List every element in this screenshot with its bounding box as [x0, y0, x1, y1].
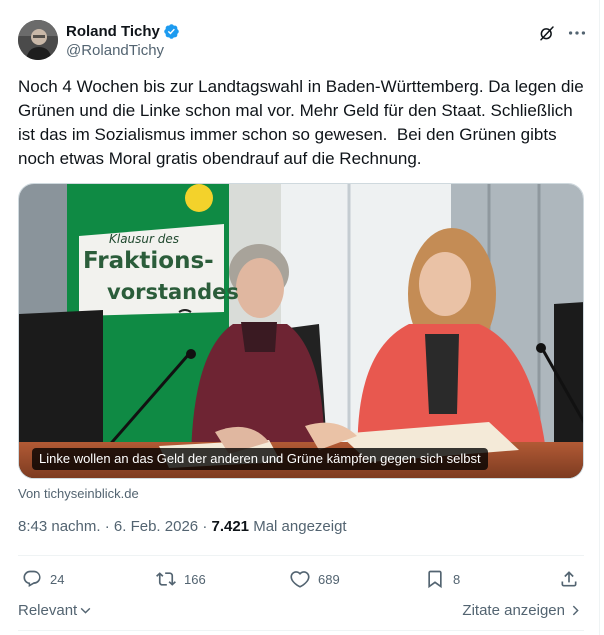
meta-separator: ·: [202, 518, 208, 535]
like-button[interactable]: 689: [290, 565, 340, 593]
bookmark-count: 8: [453, 571, 461, 587]
divider: [18, 555, 584, 556]
like-icon: [290, 571, 310, 588]
media-photo: [19, 184, 583, 478]
sign-text-line-2: Fraktions-: [83, 248, 214, 274]
avatar-image: [18, 20, 58, 60]
like-count: 689: [318, 571, 340, 587]
repost-icon: [156, 572, 176, 586]
bookmark-icon: [428, 570, 442, 589]
share-icon: [561, 571, 577, 587]
tweet-meta: 8:43 nachm. · 6. Feb. 2026 · 7.421 Mal a…: [18, 518, 347, 535]
display-name[interactable]: Roland Tichy: [66, 23, 160, 40]
chevron-down-icon: [80, 607, 91, 614]
sort-replies-dropdown[interactable]: Relevant: [18, 602, 92, 619]
action-bar: 24 166 689 8: [18, 565, 584, 593]
tweet-text: Noch 4 Wochen bis zur Landtagswahl in Ba…: [18, 77, 589, 168]
reply-controls: Relevant Zitate anzeigen: [18, 602, 584, 622]
media-caption: Linke wollen an das Geld der anderen und…: [32, 448, 488, 470]
repost-count: 166: [184, 571, 206, 587]
tweet-media[interactable]: Klausur des Fraktions- vorstandes Linke …: [18, 183, 584, 479]
bookmark-button[interactable]: 8: [425, 565, 460, 593]
view-count: 7.421: [211, 518, 250, 535]
tweet-header: Roland Tichy @RolandTichy: [18, 18, 588, 62]
avatar[interactable]: [18, 20, 58, 60]
tweet-time[interactable]: 8:43 nachm.: [18, 518, 101, 535]
divider: [18, 630, 584, 631]
verified-badge-icon: [164, 23, 179, 39]
reply-button[interactable]: 24: [22, 565, 64, 593]
chevron-right-icon: [572, 605, 579, 616]
grok-icon[interactable]: [538, 24, 556, 42]
sort-label: Relevant: [18, 602, 78, 619]
handle[interactable]: @RolandTichy: [66, 42, 180, 59]
tweet-date[interactable]: 6. Feb. 2026: [114, 518, 198, 535]
reply-icon: [23, 570, 41, 587]
view-count-label: Mal angezeigt: [253, 518, 347, 535]
repost-button[interactable]: 166: [156, 565, 206, 593]
view-quotes-link[interactable]: Zitate anzeigen: [462, 602, 582, 619]
reply-count: 24: [50, 571, 65, 587]
link-source[interactable]: Von tichyseinblick.de: [18, 486, 139, 501]
tweet-detail: Roland Tichy @RolandTichy Noch 4 Wochen …: [0, 0, 600, 635]
sign-text-line-3: vorstandes: [107, 280, 239, 304]
author-names: Roland Tichy @RolandTichy: [66, 21, 180, 59]
quotes-label: Zitate anzeigen: [462, 602, 565, 619]
meta-separator: ·: [104, 518, 110, 535]
sign-text-line-1: Klausur des: [109, 232, 180, 246]
share-button[interactable]: [559, 565, 579, 593]
more-icon[interactable]: [566, 22, 588, 44]
